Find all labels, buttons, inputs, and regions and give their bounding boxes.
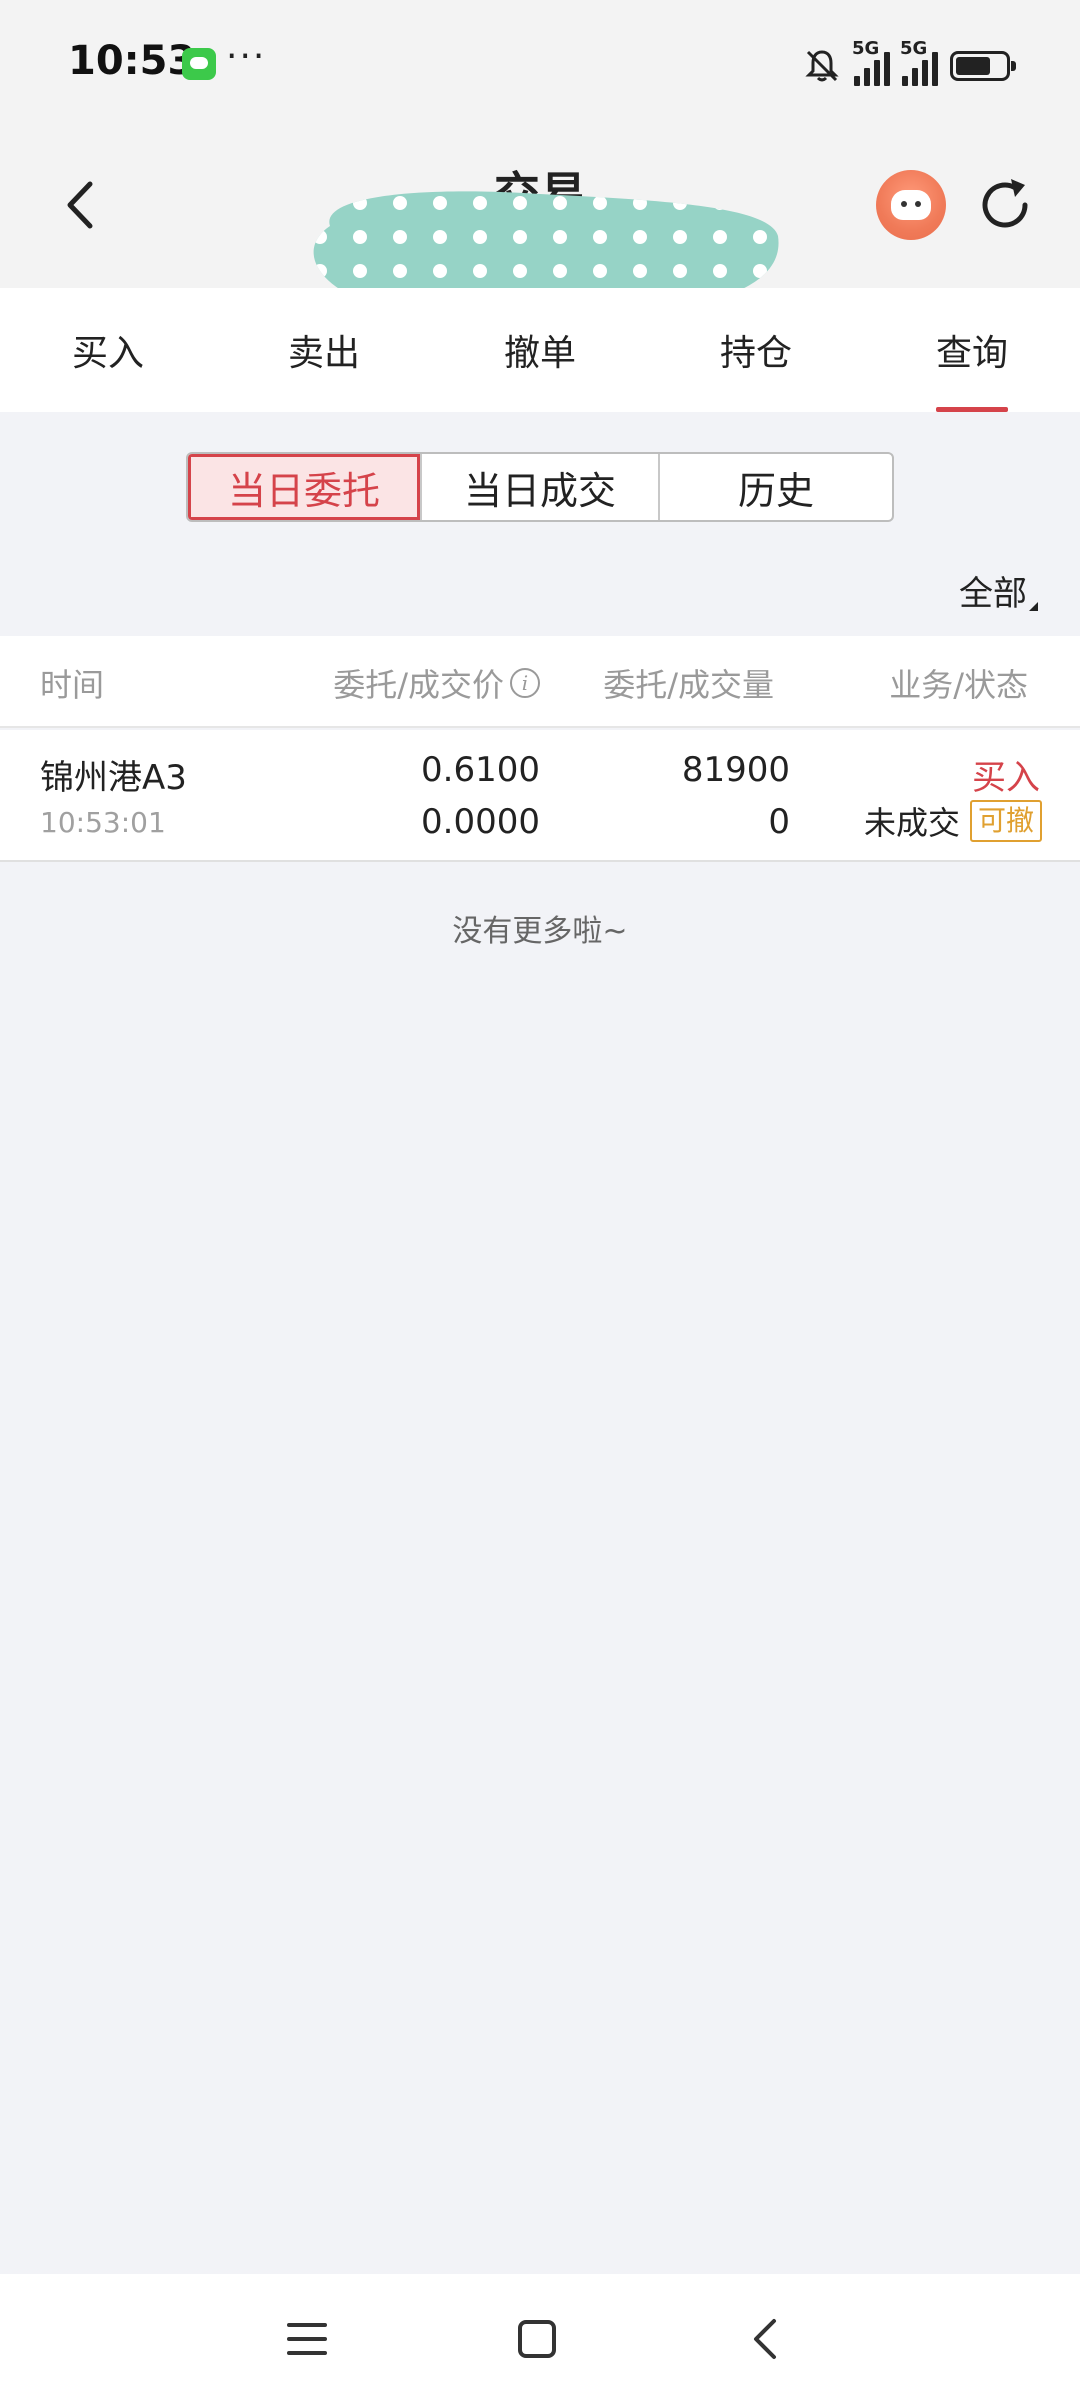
- header-price-label: 委托/成交价: [333, 666, 504, 704]
- table-row[interactable]: 锦州港A3 10:53:01 0.6100 0.0000 81900 0 买入 …: [0, 730, 1080, 862]
- order-qty: 81900: [681, 750, 790, 790]
- status-time: 10:53: [68, 38, 196, 84]
- tab-cancel-order[interactable]: 撤单: [432, 288, 648, 412]
- segment-today-deals[interactable]: 当日成交: [422, 454, 660, 520]
- network-type-2: 5G: [900, 38, 928, 59]
- mute-icon: [805, 50, 839, 82]
- avatar[interactable]: [876, 170, 946, 240]
- order-time: 10:53:01: [40, 806, 166, 839]
- status-bar: 10:53 ··· 5G 5G: [0, 0, 1080, 130]
- refresh-button[interactable]: [972, 172, 1038, 238]
- battery-icon: [950, 51, 1016, 81]
- query-segments: 当日委托 当日成交 历史: [186, 452, 894, 522]
- tab-query[interactable]: 查询: [864, 288, 1080, 412]
- cancelable-badge[interactable]: 可撤: [969, 800, 1042, 842]
- status-icons: 5G 5G: [802, 38, 1016, 88]
- filter-dropdown[interactable]: 全部: [959, 566, 1038, 615]
- info-icon[interactable]: i: [510, 668, 540, 698]
- table-header: 时间 委托/成交价 i 委托/成交量 业务/状态: [0, 636, 1080, 728]
- signal-icon: 5G: [900, 38, 938, 86]
- chat-app-icon: [182, 48, 216, 80]
- tab-sell[interactable]: 卖出: [216, 288, 432, 412]
- refresh-icon: [982, 179, 1028, 228]
- dropdown-triangle-icon: [1029, 602, 1038, 611]
- deal-price: 0.0000: [421, 802, 540, 842]
- segment-history[interactable]: 历史: [660, 454, 892, 520]
- system-back-button[interactable]: [730, 2304, 800, 2374]
- signal-icon: 5G: [852, 38, 890, 86]
- header-qty: 委托/成交量: [603, 666, 774, 704]
- stock-name: 锦州港A3: [40, 758, 187, 798]
- avatar-icon: [891, 190, 931, 220]
- deal-qty: 0: [768, 802, 790, 842]
- header-price: 委托/成交价 i: [333, 660, 540, 706]
- menu-icon: [287, 2323, 327, 2355]
- home-square-icon: [518, 2320, 556, 2358]
- order-state-group: 未成交 可撤: [864, 798, 1042, 844]
- no-more-text: 没有更多啦~: [452, 914, 628, 949]
- recent-apps-button[interactable]: [272, 2304, 342, 2374]
- order-price: 0.6100: [421, 750, 540, 790]
- status-more-indicator: ···: [226, 36, 267, 77]
- tab-positions[interactable]: 持仓: [648, 288, 864, 412]
- trade-tabs: 买入 卖出 撤单 持仓 查询: [0, 288, 1080, 412]
- segment-today-orders[interactable]: 当日委托: [188, 454, 422, 520]
- filter-label: 全部: [959, 574, 1027, 614]
- home-button[interactable]: [502, 2304, 572, 2374]
- header-status: 业务/状态: [889, 666, 1028, 704]
- system-nav-bar: [0, 2274, 1080, 2400]
- header: 交易: [0, 130, 1080, 325]
- order-state: 未成交: [863, 804, 960, 842]
- back-arrow-icon: [754, 2319, 776, 2359]
- header-time: 时间: [40, 666, 105, 704]
- order-side: 买入: [972, 758, 1040, 798]
- network-type-1: 5G: [852, 38, 880, 59]
- tab-buy[interactable]: 买入: [0, 288, 216, 412]
